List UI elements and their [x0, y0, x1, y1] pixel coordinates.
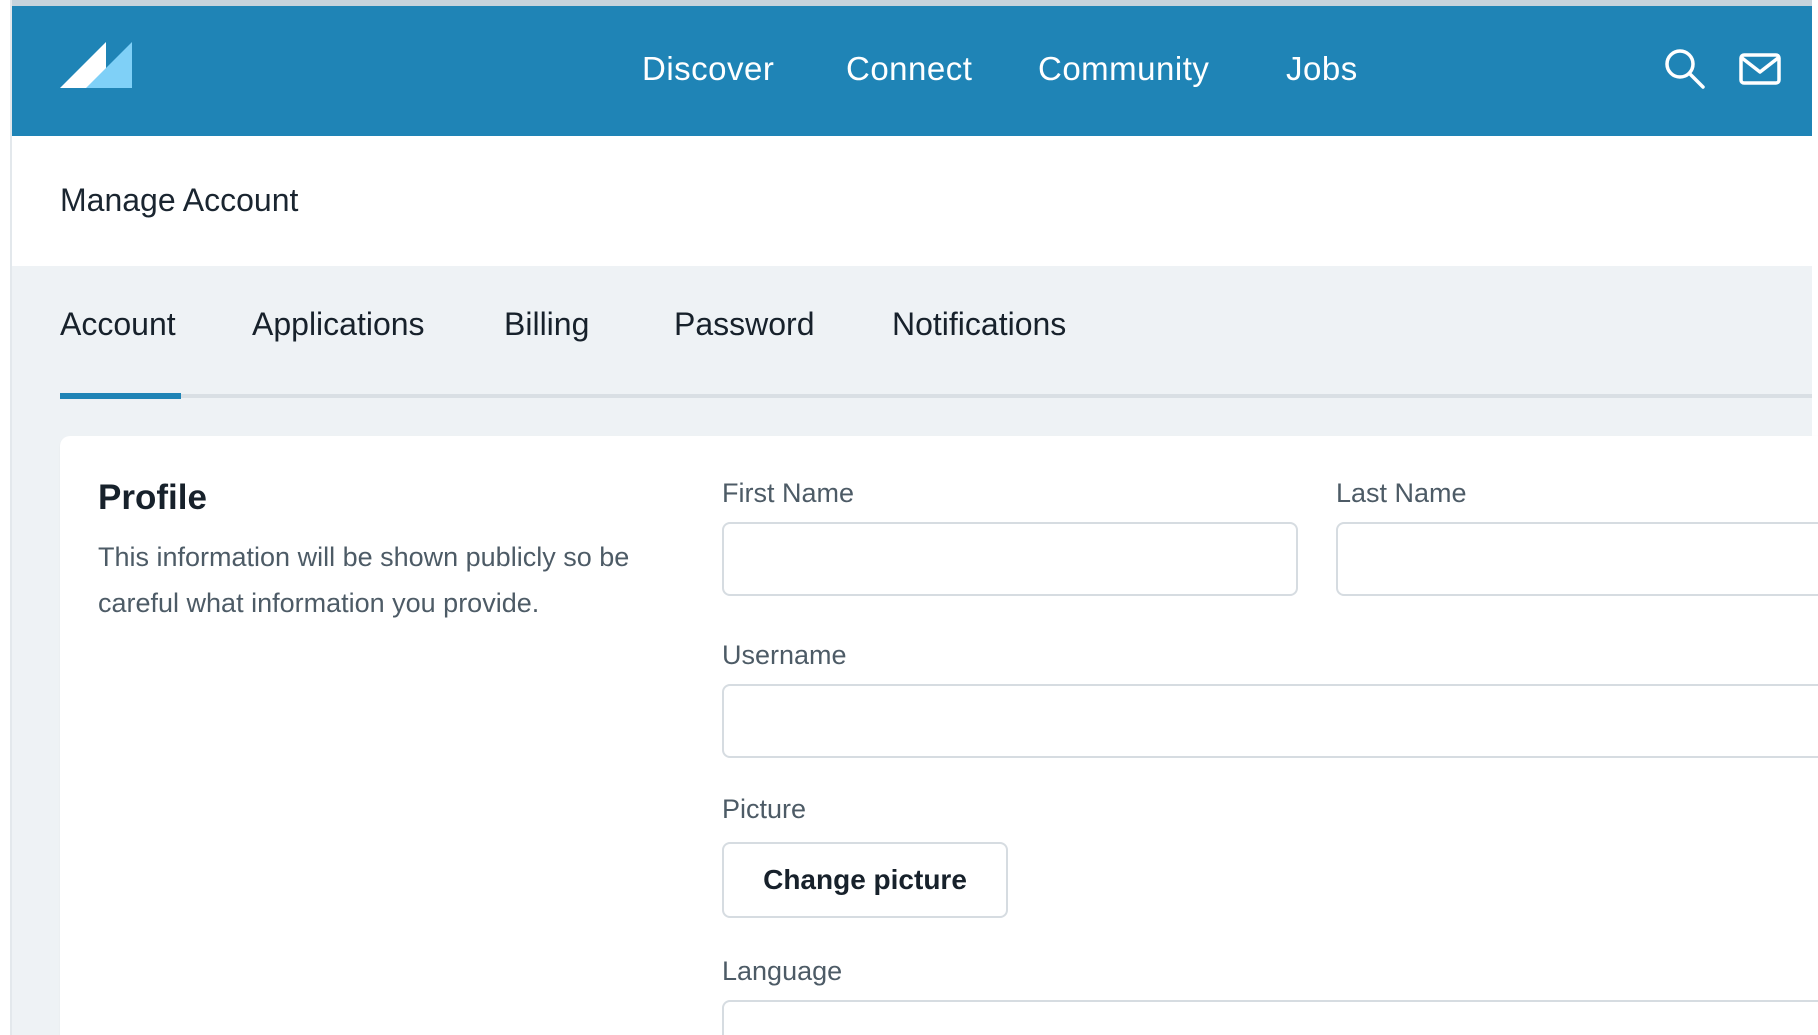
- nav-community[interactable]: Community: [1038, 50, 1209, 88]
- username-field[interactable]: [722, 684, 1818, 758]
- tab-billing[interactable]: Billing: [504, 306, 589, 343]
- change-picture-button[interactable]: Change picture: [722, 842, 1008, 918]
- tab-divider: [60, 394, 1812, 398]
- section-description: This information will be shown publicly …: [98, 542, 630, 618]
- tab-active-indicator: [60, 393, 181, 399]
- picture-label: Picture: [722, 794, 807, 824]
- tab-account[interactable]: Account: [60, 306, 176, 343]
- mail-icon[interactable]: [1738, 46, 1784, 92]
- last-name-label: Last Name: [1336, 478, 1467, 508]
- page-title: Manage Account: [60, 182, 299, 218]
- nav-jobs[interactable]: Jobs: [1286, 50, 1358, 88]
- last-name-field[interactable]: [1336, 522, 1818, 596]
- top-navigation-bar: Discover Connect Community Jobs: [12, 6, 1812, 136]
- main-nav: Discover Connect Community Jobs: [12, 6, 1812, 136]
- nav-connect[interactable]: Connect: [846, 50, 972, 88]
- first-name-label: First Name: [722, 478, 855, 508]
- app-window: Discover Connect Community Jobs Manage A…: [0, 0, 1818, 1035]
- tab-notifications[interactable]: Notifications: [892, 306, 1066, 343]
- page-header: Manage Account: [12, 136, 1812, 267]
- username-label: Username: [722, 640, 847, 670]
- first-name-field[interactable]: [722, 522, 1298, 596]
- content-area: Account Applications Billing Password No…: [12, 266, 1818, 1035]
- tab-applications[interactable]: Applications: [252, 306, 425, 343]
- section-title: Profile: [98, 478, 207, 517]
- profile-card: Profile This information will be shown p…: [60, 436, 1818, 1035]
- search-icon[interactable]: [1662, 46, 1708, 92]
- tab-password[interactable]: Password: [674, 306, 815, 343]
- nav-discover[interactable]: Discover: [642, 50, 774, 88]
- language-select[interactable]: [722, 1000, 1818, 1035]
- language-label: Language: [722, 956, 843, 986]
